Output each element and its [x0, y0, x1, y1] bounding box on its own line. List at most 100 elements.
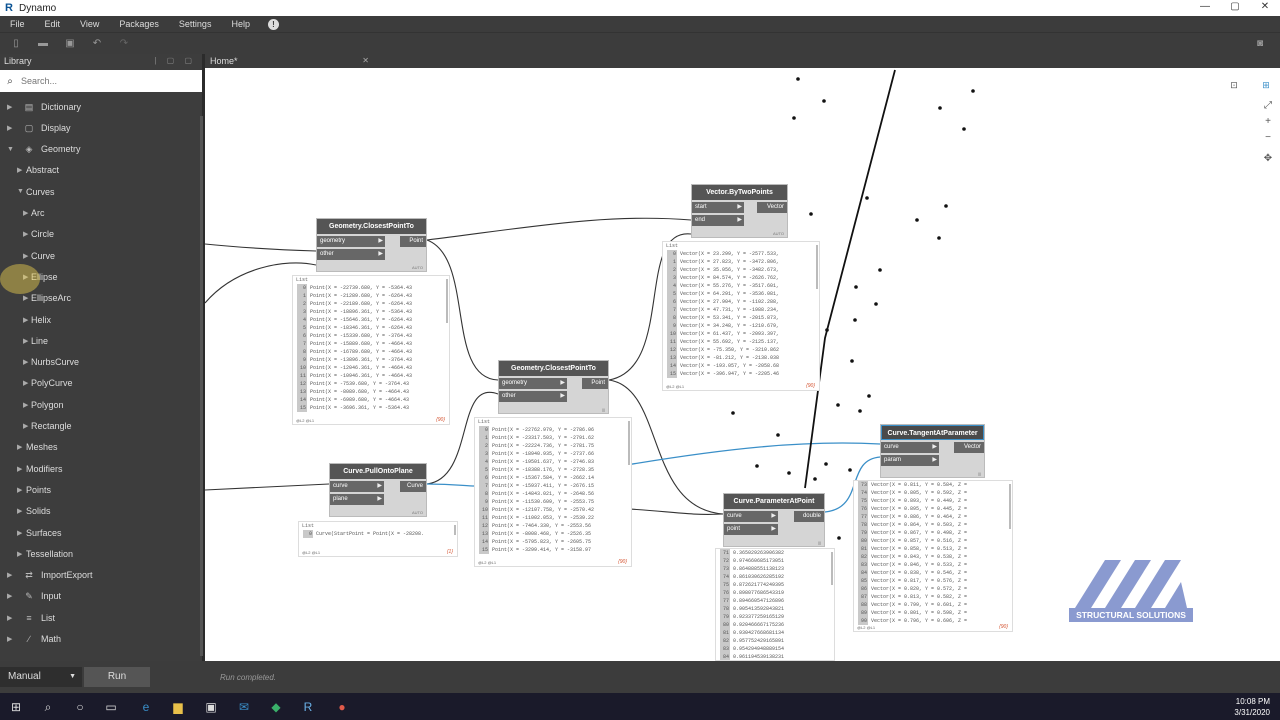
library-item-polygon[interactable]: ▶ Polygon: [0, 394, 200, 415]
port-curve-out[interactable]: Curve: [400, 481, 426, 492]
library-item-input[interactable]: ▶ ✎ Input: [0, 586, 200, 607]
port-point[interactable]: Point: [400, 236, 426, 247]
library-item-polycurve[interactable]: ▶ PolyCurve: [0, 373, 200, 394]
menu-file[interactable]: File: [0, 19, 35, 29]
preview-vector-by-two-points[interactable]: List 0 Vector(X = 23.299, Y = -2577.533, 1 V…: [662, 241, 820, 391]
preview-closest-point-2[interactable]: List 0 Point(X = -22762.979, Y = -2786.06 1…: [474, 417, 632, 567]
chevron-right-icon[interactable]: ▶: [23, 401, 28, 409]
node-vector-by-two-points[interactable]: Vector.ByTwoPoints start ▶ end ▶ Vector AU…: [691, 184, 788, 238]
geometry-view-icon[interactable]: ⊡: [1228, 80, 1240, 91]
chevron-right-icon[interactable]: ▶: [23, 230, 28, 238]
preview-scrollbar[interactable]: [831, 552, 833, 586]
library-item-circle[interactable]: ▶ Circle: [0, 224, 200, 245]
recorder-icon[interactable]: ●: [334, 699, 350, 715]
zoom-fit-icon[interactable]: ⤢: [1262, 100, 1274, 111]
zoom-in-icon[interactable]: +: [1262, 116, 1274, 127]
graph-view-icon[interactable]: ⊞: [1260, 80, 1272, 91]
chevron-right-icon[interactable]: ▶: [23, 358, 28, 366]
chevron-right-icon[interactable]: ▶: [7, 124, 12, 132]
menu-help[interactable]: Help: [221, 19, 260, 29]
library-item-dictionary[interactable]: ▶ ▤ Dictionary: [0, 96, 200, 117]
node-tangent-at-parameter[interactable]: Curve.TangentAtParameter curve ▶ param ▶ V…: [880, 424, 985, 478]
menu-packages[interactable]: Packages: [109, 19, 169, 29]
chevron-right-icon[interactable]: ▶: [23, 422, 28, 430]
library-item-math[interactable]: ▶ ∕ Math: [0, 629, 200, 650]
library-item-helix[interactable]: ▶ Helix: [0, 309, 200, 330]
zoom-out-icon[interactable]: −: [1262, 132, 1274, 143]
chevron-right-icon[interactable]: ▶: [23, 316, 28, 324]
node-closest-point-2[interactable]: Geometry.ClosestPointTo geometry ▶ other ▶…: [498, 360, 609, 414]
chevron-right-icon[interactable]: ▶: [17, 443, 22, 451]
node-parameter-at-point[interactable]: Curve.ParameterAtPoint curve ▶ point ▶ dou…: [723, 493, 825, 547]
search-input[interactable]: [21, 76, 191, 86]
task-view-icon[interactable]: ▭: [103, 699, 119, 715]
chevron-right-icon[interactable]: ▶: [7, 614, 12, 622]
library-item-tessellation[interactable]: ▶ Tessellation: [0, 543, 200, 564]
library-search[interactable]: ⌕: [0, 70, 202, 92]
pan-icon[interactable]: ✥: [1262, 153, 1274, 164]
port-end[interactable]: end ▶: [692, 215, 744, 226]
port-point[interactable]: Point: [582, 378, 608, 389]
preview-closest-point-1[interactable]: List 0 Point(X = -22739.680, Y = -5364.43 1…: [292, 275, 450, 425]
mail-icon[interactable]: ✉: [236, 699, 252, 715]
port-geometry[interactable]: geometry ▶: [499, 378, 567, 389]
port-plane[interactable]: plane ▶: [330, 494, 384, 505]
library-item-points[interactable]: ▶ Points: [0, 479, 200, 500]
preview-parameter-at-point[interactable]: 71 0.365029263906382 72 0.974660685173051 73…: [715, 548, 835, 661]
library-item-curves[interactable]: ▼ Curves: [0, 181, 200, 202]
port-curve[interactable]: curve ▶: [881, 442, 939, 453]
library-item-line[interactable]: ▶ Line: [0, 330, 200, 351]
tab-home[interactable]: Home* ✕: [205, 54, 373, 68]
cortana-icon[interactable]: ○: [72, 699, 88, 715]
maximize-button[interactable]: ▢: [1220, 0, 1250, 14]
info-icon[interactable]: !: [267, 18, 279, 30]
library-item-modifiers[interactable]: ▶ Modifiers: [0, 458, 200, 479]
windows-start-icon[interactable]: ⊞: [8, 699, 24, 715]
port-start[interactable]: start ▶: [692, 202, 744, 213]
chevron-right-icon[interactable]: ▶: [7, 571, 12, 579]
node-closest-point-1[interactable]: Geometry.ClosestPointTo geometry ▶ other ▶…: [316, 218, 427, 272]
port-vector[interactable]: Vector: [954, 442, 984, 453]
preview-scrollbar[interactable]: [454, 525, 456, 536]
preview-scrollbar[interactable]: [1009, 484, 1011, 529]
close-tab-icon[interactable]: ✕: [362, 54, 369, 68]
save-icon[interactable]: ▣: [64, 38, 76, 49]
revit-taskbar-icon[interactable]: R: [300, 699, 316, 715]
chevron-right-icon[interactable]: ▶: [17, 166, 22, 174]
undo-icon[interactable]: ↶: [91, 38, 103, 49]
redo-icon[interactable]: ↷: [118, 38, 130, 49]
port-curve[interactable]: curve ▶: [330, 481, 384, 492]
open-file-icon[interactable]: ▬: [37, 38, 49, 49]
library-item-importexport[interactable]: ▶ ⇄ ImportExport: [0, 565, 200, 586]
minimize-button[interactable]: —: [1190, 0, 1220, 14]
preview-tangent-at-parameter[interactable]: 73 Vector(X = 0.811, Y = 0.584, Z = 74 Vect…: [853, 480, 1013, 632]
chevron-down-icon[interactable]: ▼: [17, 188, 24, 195]
menu-edit[interactable]: Edit: [35, 19, 71, 29]
edge-icon[interactable]: e: [138, 699, 154, 715]
port-param[interactable]: param ▶: [881, 455, 939, 466]
port-other[interactable]: other ▶: [499, 391, 567, 402]
new-file-icon[interactable]: ▯: [10, 38, 22, 49]
file-explorer-icon[interactable]: ▆: [170, 699, 186, 715]
chevron-right-icon[interactable]: ▶: [23, 294, 28, 302]
node-pull-onto-plane[interactable]: Curve.PullOntoPlane curve ▶ plane ▶ Curve …: [329, 463, 427, 517]
camtasia-icon[interactable]: ◆: [268, 699, 284, 715]
port-geometry[interactable]: geometry ▶: [317, 236, 385, 247]
port-curve[interactable]: curve ▶: [724, 511, 778, 522]
store-icon[interactable]: ▣: [203, 699, 219, 715]
search-icon[interactable]: ⌕: [40, 699, 56, 715]
chevron-down-icon[interactable]: ▼: [7, 146, 14, 153]
run-button[interactable]: Run: [84, 667, 150, 687]
library-controls[interactable]: | ▢ ▢: [154, 56, 196, 65]
chevron-right-icon[interactable]: ▶: [7, 592, 12, 600]
chevron-right-icon[interactable]: ▶: [17, 486, 22, 494]
camera-icon[interactable]: ◙: [1254, 38, 1266, 49]
library-item-meshes[interactable]: ▶ Meshes: [0, 437, 200, 458]
port-vector[interactable]: Vector: [757, 202, 787, 213]
chevron-right-icon[interactable]: ▶: [23, 337, 28, 345]
preview-scrollbar[interactable]: [816, 245, 818, 290]
chevron-right-icon[interactable]: ▶: [7, 103, 12, 111]
library-item-geometry[interactable]: ▼ ◈ Geometry: [0, 139, 200, 160]
chevron-right-icon[interactable]: ▶: [17, 507, 22, 515]
menu-settings[interactable]: Settings: [169, 19, 222, 29]
